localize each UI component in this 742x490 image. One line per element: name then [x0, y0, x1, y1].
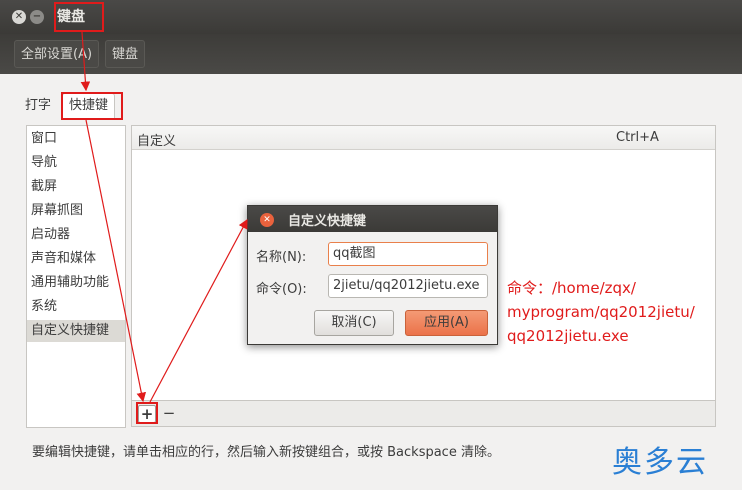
annotation-line: 命令：/home/zqx/ [507, 279, 636, 297]
arrow-add-to-dialog [149, 218, 248, 403]
command-annotation: 命令：/home/zqx/ myprogram/qq2012jietu/ qq2… [507, 276, 695, 348]
arrow-title-to-tab [80, 31, 91, 92]
arrow-tab-to-add [85, 119, 147, 403]
annotation-line: qq2012jietu.exe [507, 327, 629, 345]
watermark-logo: 奥多云 [612, 445, 708, 480]
annotation-arrows [80, 31, 248, 403]
annotation-line: myprogram/qq2012jietu/ [507, 303, 695, 321]
